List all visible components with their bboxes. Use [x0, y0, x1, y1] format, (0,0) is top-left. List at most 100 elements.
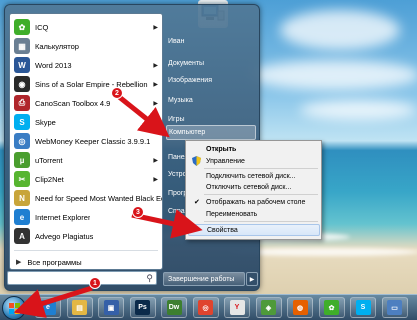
program-item[interactable]: ⎙ CanoScan Toolbox 4.9 ▶	[10, 93, 162, 113]
chat-taskbar-button[interactable]: ▭	[381, 297, 408, 318]
start-search-input[interactable]: ⚲	[7, 271, 157, 285]
scanner-icon: ⎙	[14, 95, 30, 111]
context-menu-item[interactable]: ✔ Отображать на рабочем столе	[188, 196, 320, 208]
context-menu-label: Открыть	[206, 145, 237, 153]
context-menu-item[interactable]: Переименовать	[188, 208, 320, 220]
all-programs-button[interactable]: ▶ Все программы	[10, 254, 162, 270]
utorrent-icon: µ	[14, 152, 30, 168]
context-menu-label: Управление	[206, 157, 245, 165]
start-link-item[interactable]: Иван	[166, 34, 256, 49]
all-programs-label: Все программы	[27, 257, 82, 267]
shield-icon	[192, 156, 201, 166]
program-label: Skype	[35, 117, 56, 127]
submenu-arrow-icon: ▶	[153, 119, 158, 126]
step-badge-3: 3	[132, 206, 144, 218]
start-link-label: Иван	[168, 38, 185, 45]
program-label: Need for Speed Most Wanted Black Edition	[35, 193, 162, 203]
save-taskbar-button[interactable]: ▣	[98, 297, 124, 318]
start-link-label: Компьютер	[169, 129, 206, 136]
webmoney-icon: ◎	[14, 133, 30, 149]
triangle-right-icon: ▶	[16, 259, 22, 266]
context-menu-label: Подключить сетевой диск...	[206, 172, 296, 180]
submenu-arrow-icon: ▶	[153, 81, 158, 88]
start-link-label: Устро	[168, 171, 187, 178]
program-item[interactable]: ◎ WebMoney Keeper Classic 3.9.9.1	[10, 131, 162, 151]
shutdown-label: Завершение работы	[168, 275, 235, 283]
windows-logo-icon	[9, 303, 20, 314]
program-item[interactable]: µ uTorrent ▶	[10, 150, 162, 170]
explorer-taskbar-button[interactable]: ▤	[66, 297, 93, 318]
start-link-label: Игры	[168, 116, 185, 123]
chevron-right-icon: ▶	[249, 276, 255, 283]
program-item[interactable]: W Word 2013 ▶	[10, 55, 162, 75]
program-item[interactable]: S Skype ▶	[10, 112, 162, 132]
shutdown-button[interactable]: Завершение работы	[163, 272, 245, 286]
program-label: Clip2Net	[35, 174, 64, 184]
program-item[interactable]: A Advego Plagiatus	[10, 226, 162, 246]
dreamweaver-taskbar-button[interactable]: Dw	[161, 297, 187, 318]
program-label: Sins of a Solar Empire - Rebellion	[35, 79, 148, 89]
game-icon: ◉	[14, 76, 30, 92]
maps-taskbar-icon: ◈	[261, 300, 276, 315]
program-item[interactable]: ▦ Калькулятор	[10, 36, 162, 56]
icq-taskbar-icon: ✿	[324, 300, 339, 315]
calculator-icon: ▦	[14, 38, 30, 54]
context-menu-item[interactable]: Управление	[188, 155, 320, 167]
chrome-taskbar-icon: ◎	[198, 300, 213, 315]
step-badge-1: 1	[89, 277, 101, 289]
chrome-taskbar-button[interactable]: ◎	[192, 297, 219, 318]
programs-pane: A Advego Plagiatus e Internet Explorer N Need…	[9, 13, 163, 270]
start-link-item[interactable]: Изображения	[166, 73, 256, 88]
menu-separator	[204, 221, 318, 222]
advego-icon: A	[14, 228, 30, 244]
menu-separator	[204, 194, 318, 195]
firefox-taskbar-button[interactable]: ◍	[287, 297, 313, 318]
context-menu-item[interactable]: Открыть	[188, 143, 320, 155]
yandex-taskbar-icon: Y	[229, 300, 245, 315]
search-icon: ⚲	[146, 273, 153, 283]
context-menu-item[interactable]: Отключить сетевой диск...	[188, 181, 320, 193]
submenu-arrow-icon: ▶	[153, 157, 158, 164]
programs-divider	[14, 250, 158, 251]
program-item[interactable]: N Need for Speed Most Wanted Black Editio…	[10, 188, 162, 208]
start-link-item[interactable]: Компьютер	[166, 125, 256, 140]
program-label: Internet Explorer	[35, 212, 91, 222]
nfs-icon: N	[14, 190, 30, 206]
menu-separator	[204, 168, 318, 169]
ie-icon: e	[14, 209, 30, 225]
maps-taskbar-button[interactable]: ◈	[255, 297, 282, 318]
program-label: Калькулятор	[35, 41, 79, 51]
program-label: Word 2013	[35, 60, 72, 70]
ie-taskbar-button[interactable]: e	[35, 297, 61, 318]
step-badge-2: 2	[111, 87, 123, 99]
program-item[interactable]: ◉ Sins of a Solar Empire - Rebellion ▶	[10, 74, 162, 94]
program-item[interactable]: ✂ Clip2Net ▶	[10, 169, 162, 189]
context-menu-label: Свойства	[207, 226, 238, 234]
icq-icon: ✿	[14, 19, 30, 35]
submenu-arrow-icon: ▶	[153, 176, 158, 183]
start-link-label: Документы	[168, 60, 205, 67]
submenu-arrow-icon: ▶	[153, 100, 158, 107]
icq-taskbar-button[interactable]: ✿	[318, 297, 345, 318]
context-menu: Открыть Управление Подключить сетевой диск…	[185, 140, 322, 240]
checkmark-icon: ✔	[194, 199, 200, 206]
explorer-taskbar-icon: ▤	[72, 300, 87, 315]
start-link-item[interactable]: Музыка	[166, 93, 256, 108]
photoshop-taskbar-icon: Ps	[135, 300, 150, 315]
skype-taskbar-icon: S	[355, 300, 371, 315]
word-icon: W	[14, 57, 30, 73]
program-label: WebMoney Keeper Classic 3.9.9.1	[35, 136, 151, 146]
program-label: uTorrent	[35, 155, 63, 165]
skype-icon: S	[14, 114, 30, 130]
skype-taskbar-button[interactable]: S	[350, 297, 376, 318]
clip2net-icon: ✂	[14, 171, 30, 187]
chat-taskbar-icon: ▭	[387, 300, 402, 315]
program-item[interactable]: ✿ ICQ ▶	[10, 17, 162, 37]
yandex-taskbar-button[interactable]: Y	[224, 297, 250, 318]
start-button[interactable]	[2, 296, 26, 320]
photoshop-taskbar-button[interactable]: Ps	[129, 297, 156, 318]
start-link-item[interactable]: Документы	[166, 56, 256, 71]
program-label: ICQ	[35, 22, 49, 32]
shutdown-options-button[interactable]: ▶	[246, 272, 258, 286]
context-menu-item[interactable]: Свойства	[188, 224, 320, 236]
